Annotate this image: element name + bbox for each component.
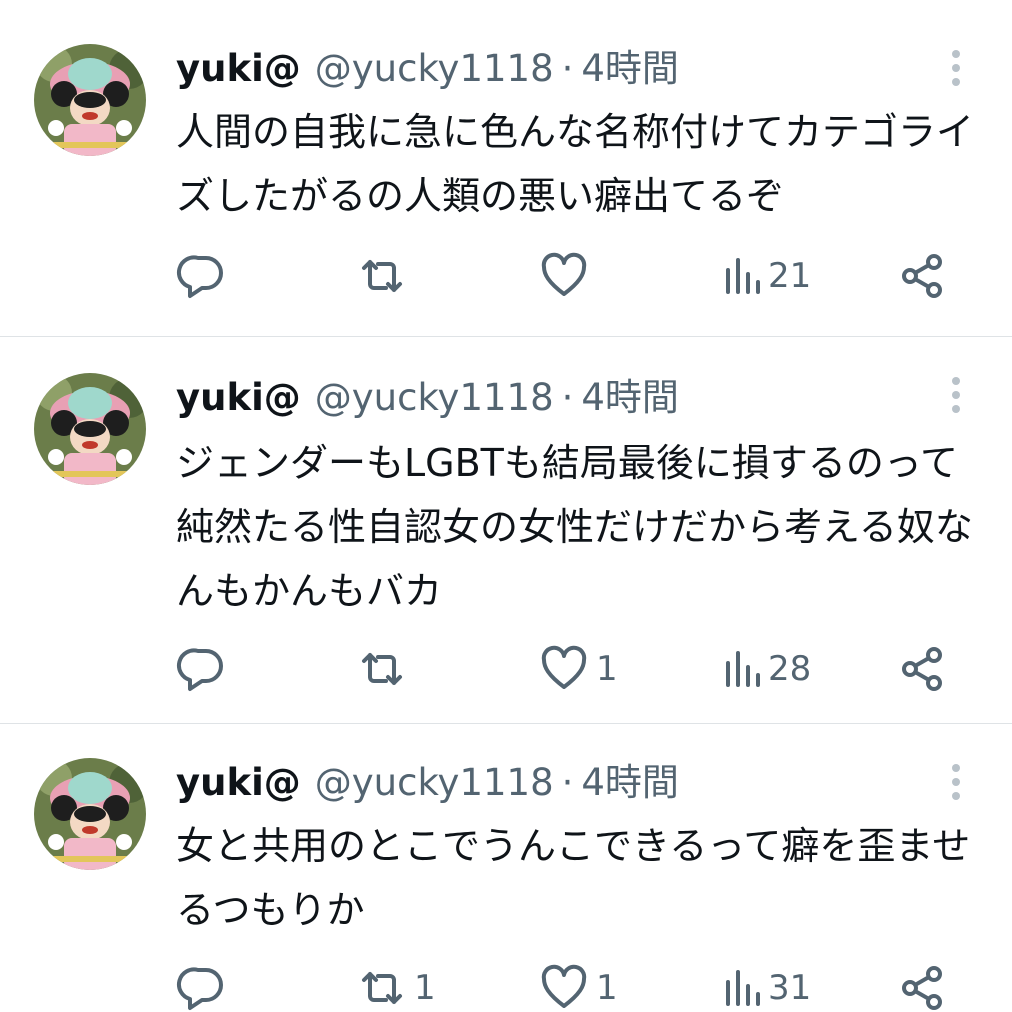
reply-button[interactable] [176,960,234,1012]
reply-icon [176,962,228,1012]
tweet-text: 人間の自我に急に色んな名称付けてカテゴライズしたがるの人類の悪い癖出てるぞ [176,110,975,218]
views-button[interactable]: 31 [722,960,811,1012]
tweet-header: yuki@ @yucky1118 · 4時間 [176,373,679,423]
views-icon [722,962,762,1012]
tweet-text: ジェンダーもLGBTも結局最後に損するのって純然たる性自認女の女性だけだから考え… [176,441,973,613]
retweet-icon [356,962,408,1012]
tweet-text: 女と共用のとこでうんこできるって癖を歪ませるつもりか [176,824,971,932]
timestamp[interactable]: 4時間 [581,47,679,90]
retweet-icon [356,250,408,302]
share-icon [896,250,948,302]
like-button[interactable]: 1 [538,960,618,1012]
views-button[interactable]: 28 [722,641,811,697]
heart-icon [538,962,590,1012]
like-count: 1 [596,649,618,689]
views-count: 28 [768,649,812,689]
timestamp[interactable]: 4時間 [581,761,679,804]
like-button[interactable] [538,248,596,304]
user-handle[interactable]: @yucky1118 [315,376,554,419]
retweet-button[interactable] [356,641,414,697]
user-handle[interactable]: @yucky1118 [315,761,554,804]
reply-button[interactable] [176,248,234,304]
separator-dot: · [561,47,574,90]
action-bar: 1 1 31 [176,960,966,1012]
avatar[interactable] [34,373,146,485]
user-handle[interactable]: @yucky1118 [315,47,554,90]
retweet-count: 1 [414,968,436,1008]
retweet-icon [356,643,408,695]
heart-icon [538,250,590,302]
display-name[interactable]: yuki@ [176,376,301,419]
display-name[interactable]: yuki@ [176,47,301,90]
tweet-header: yuki@ @yucky1118 · 4時間 [176,44,679,94]
like-button[interactable]: 1 [538,641,618,697]
reply-button[interactable] [176,641,234,697]
views-button[interactable]: 21 [722,248,811,304]
views-count: 21 [768,256,812,296]
more-icon[interactable] [944,375,968,415]
share-button[interactable] [896,248,948,304]
share-button[interactable] [896,641,948,697]
tweet[interactable]: yuki@ @yucky1118 · 4時間 人間の自我に急に色んな名称付けてカテゴラ… [0,0,1012,336]
tweet-header: yuki@ @yucky1118 · 4時間 [176,758,679,808]
views-icon [722,643,762,695]
share-button[interactable] [896,960,948,1012]
action-bar: 21 [176,248,966,304]
avatar[interactable] [34,44,146,156]
avatar[interactable] [34,758,146,870]
heart-icon [538,643,590,695]
tweet[interactable]: yuki@ @yucky1118 · 4時間 女と共用のとこでうんこできるって癖を歪ま… [0,724,1012,1012]
separator-dot: · [561,761,574,804]
separator-dot: · [561,376,574,419]
more-icon[interactable] [944,762,968,802]
display-name[interactable]: yuki@ [176,761,301,804]
timestamp[interactable]: 4時間 [581,376,679,419]
share-icon [896,643,948,695]
timeline-feed: yuki@ @yucky1118 · 4時間 人間の自我に急に色んな名称付けてカテゴラ… [0,0,1012,1012]
action-bar: 1 28 [176,641,966,697]
views-count: 31 [768,968,812,1008]
like-count: 1 [596,968,618,1008]
retweet-button[interactable]: 1 [356,960,436,1012]
reply-icon [176,250,228,302]
reply-icon [176,643,228,695]
tweet[interactable]: yuki@ @yucky1118 · 4時間 ジェンダーもLGBTも結局最後に損するの… [0,337,1012,723]
retweet-button[interactable] [356,248,414,304]
more-icon[interactable] [944,48,968,88]
share-icon [896,962,948,1012]
views-icon [722,250,762,302]
